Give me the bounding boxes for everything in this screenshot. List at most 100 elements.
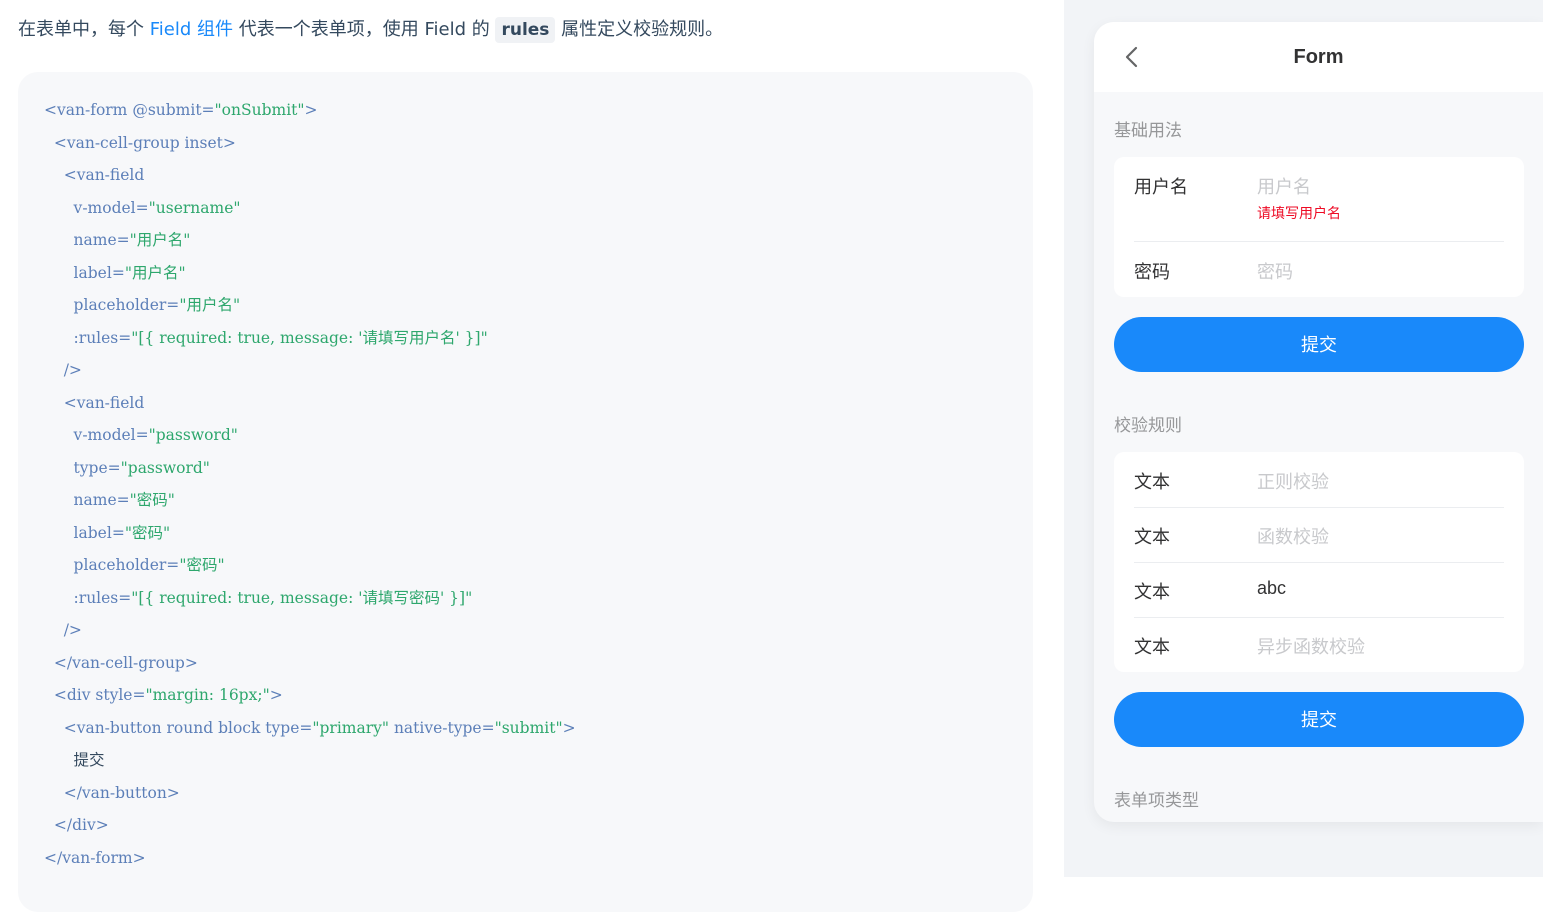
code-line: v-model="password": [44, 419, 576, 452]
intro-part2: 代表一个表单项，使用 Field 的: [233, 19, 496, 40]
rule-field-input[interactable]: 正则校验: [1257, 468, 1329, 494]
code-token: "[{ required: true, message: '请填写用户名' }]…: [131, 328, 488, 347]
code-token: v-model=: [44, 426, 149, 444]
code-token: </van-form>: [44, 848, 146, 867]
rule-field-input[interactable]: abc: [1257, 578, 1286, 599]
code-token: @submit=: [132, 101, 215, 119]
code-token: "用户名": [129, 231, 191, 249]
code-token: <van-button round block type=: [44, 718, 313, 737]
code-line: 提交: [44, 744, 576, 777]
rule-field[interactable]: 文本 abc: [1134, 578, 1504, 603]
code-line: />: [44, 614, 576, 647]
rule-field-label: 文本: [1134, 527, 1170, 548]
code-token: v-model=: [44, 198, 149, 217]
submit-button[interactable]: 提交: [1114, 317, 1524, 372]
field-divider: [1134, 507, 1504, 508]
code-token: :rules=: [44, 588, 132, 607]
code-token: "primary": [312, 718, 390, 737]
username-field[interactable]: 用户名 用户名 请填写用户名: [1134, 173, 1504, 233]
basic-form-card: 用户名 用户名 请填写用户名 密码 密码: [1114, 157, 1524, 297]
code-token: "密码": [124, 523, 171, 542]
username-error: 请填写用户名: [1257, 206, 1341, 222]
code-line: <van-form @submit="onSubmit">: [44, 94, 576, 127]
field-component-link[interactable]: Field 组件: [150, 19, 233, 40]
code-token: </van-cell-group>: [44, 653, 198, 672]
password-label: 密码: [1134, 262, 1170, 283]
code-token: "password": [120, 458, 210, 477]
username-input[interactable]: 用户名: [1257, 173, 1311, 199]
code-token: native-type=: [389, 718, 495, 737]
username-label: 用户名: [1134, 177, 1188, 198]
code-token: <van-form: [44, 101, 133, 119]
section-title-types: 表单项类型: [1114, 791, 1199, 811]
inline-code-rules: rules: [495, 17, 556, 43]
code-line: <van-field: [44, 159, 576, 192]
rules-form-card: 文本 正则校验 文本 函数校验 文本 abc 文本 异步函数校验: [1114, 452, 1524, 672]
rule-field[interactable]: 文本 正则校验: [1134, 468, 1504, 494]
rule-field-label: 文本: [1134, 637, 1170, 658]
code-line: :rules="[{ required: true, message: '请填写…: [44, 322, 576, 355]
doc-content: 在表单中，每个 Field 组件 代表一个表单项，使用 Field 的 rule…: [0, 0, 1064, 912]
code-token: placeholder=: [44, 296, 180, 314]
code-token: "密码": [179, 556, 225, 574]
code-line: placeholder="密码": [44, 549, 576, 582]
code-token: "password": [148, 426, 238, 444]
rule-field-label: 文本: [1134, 472, 1170, 493]
code-token: placeholder=: [44, 556, 180, 574]
code-line: placeholder="用户名": [44, 289, 576, 322]
code-lines: <van-form @submit="onSubmit"> <van-cell-…: [44, 94, 576, 874]
code-token: "username": [148, 198, 241, 217]
nav-bar: Form: [1094, 22, 1543, 92]
intro-part1: 在表单中，每个: [18, 19, 150, 40]
code-token: <div style=: [44, 686, 146, 704]
rule-field[interactable]: 文本 函数校验: [1134, 523, 1504, 549]
code-token: </van-button>: [44, 783, 180, 802]
code-line: type="password": [44, 452, 576, 485]
code-block: <van-form @submit="onSubmit"> <van-cell-…: [18, 72, 1033, 912]
code-line: label="密码": [44, 517, 576, 550]
code-line: v-model="username": [44, 192, 576, 225]
code-token: >: [562, 718, 576, 737]
code-line: </van-cell-group>: [44, 647, 576, 680]
intro-part3: 属性定义校验规则。: [555, 19, 724, 40]
code-line: </van-button>: [44, 777, 576, 810]
code-token: name=: [44, 231, 130, 249]
rule-field-input[interactable]: 异步函数校验: [1257, 633, 1365, 659]
code-token: "margin: 16px;": [145, 686, 270, 704]
nav-title: Form: [1293, 46, 1344, 68]
code-line: name="密码": [44, 484, 576, 517]
submit-button-rules[interactable]: 提交: [1114, 692, 1524, 747]
code-line: </van-form>: [44, 842, 576, 875]
code-token: label=: [44, 263, 125, 282]
section-title-rules: 校验规则: [1114, 416, 1182, 436]
code-token: </div>: [44, 816, 109, 834]
code-token: "submit": [494, 718, 563, 737]
code-line: name="用户名": [44, 224, 576, 257]
intro-text: 在表单中，每个 Field 组件 代表一个表单项，使用 Field 的 rule…: [18, 14, 723, 46]
code-token: "用户名": [179, 296, 241, 314]
mobile-preview: Form 基础用法 用户名 用户名 请填写用户名 密码 密码 提交 校验规则 文…: [1094, 22, 1543, 822]
code-token: "用户名": [124, 263, 186, 282]
code-line: />: [44, 354, 576, 387]
code-token: <van-field: [44, 393, 145, 412]
code-line: <div style="margin: 16px;">: [44, 679, 576, 712]
code-line: label="用户名": [44, 257, 576, 290]
code-token: <van-cell-group inset>: [44, 133, 236, 152]
password-field[interactable]: 密码 密码: [1134, 258, 1504, 284]
code-line: <van-cell-group inset>: [44, 127, 576, 160]
code-token: label=: [44, 523, 125, 542]
code-line: :rules="[{ required: true, message: '请填写…: [44, 582, 576, 615]
rule-field[interactable]: 文本 异步函数校验: [1134, 633, 1504, 659]
code-token: <van-field: [44, 166, 145, 184]
section-title-basic: 基础用法: [1114, 121, 1182, 141]
code-line: <van-button round block type="primary" n…: [44, 712, 576, 745]
code-line: <van-field: [44, 387, 576, 420]
password-input[interactable]: 密码: [1257, 258, 1293, 284]
rule-field-input[interactable]: 函数校验: [1257, 523, 1329, 549]
code-token: />: [44, 361, 82, 379]
code-line: </div>: [44, 809, 576, 842]
field-divider: [1134, 617, 1504, 618]
code-token: 提交: [44, 751, 105, 769]
code-token: >: [304, 101, 318, 119]
rule-field-label: 文本: [1134, 582, 1170, 603]
